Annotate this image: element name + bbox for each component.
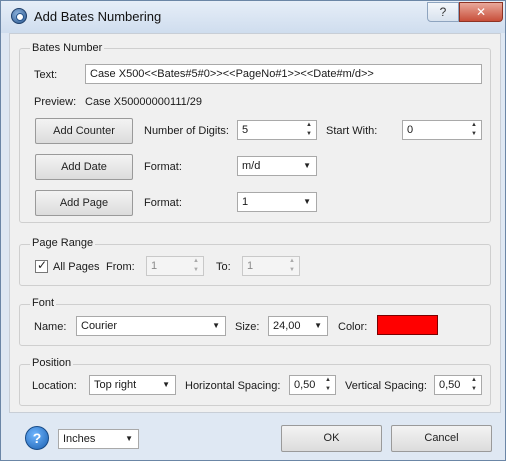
main-panel: Bates Number Text: Case X500<<Bates#5#0>…: [9, 33, 501, 413]
location-value: Top right: [94, 379, 137, 391]
chevron-down-icon[interactable]: ▼: [212, 317, 220, 335]
from-spinbox[interactable]: 1 ▲ ▼: [146, 256, 204, 276]
digits-value: 5: [242, 124, 249, 136]
from-value: 1: [151, 260, 158, 272]
position-legend: Position: [30, 357, 74, 369]
vertical-spacing-value: 0,50: [439, 379, 461, 391]
spin-up-icon[interactable]: ▲: [467, 376, 481, 385]
font-name-value: Courier: [81, 320, 118, 332]
title-bar: Add Bates Numbering ? ✕: [1, 1, 505, 33]
dialog-window: Add Bates Numbering ? ✕ Bates Number Tex…: [0, 0, 506, 461]
vertical-spacing-label: Vertical Spacing:: [345, 380, 427, 392]
chevron-down-icon[interactable]: ▼: [314, 317, 322, 335]
location-combo[interactable]: Top right ▼: [89, 375, 176, 395]
chevron-down-icon[interactable]: ▼: [162, 376, 170, 394]
start-with-label: Start With:: [326, 125, 378, 137]
vertical-spacing-spinner[interactable]: ▲ ▼: [467, 376, 481, 394]
help-title-button[interactable]: ?: [427, 2, 459, 22]
add-date-button[interactable]: Add Date: [35, 154, 133, 180]
spin-up-icon[interactable]: ▲: [321, 376, 335, 385]
font-size-label: Size:: [235, 321, 260, 333]
horizontal-spacing-spinner[interactable]: ▲ ▼: [321, 376, 335, 394]
date-format-label: Format:: [144, 161, 182, 173]
cancel-button[interactable]: Cancel: [391, 425, 492, 452]
digits-spinbox[interactable]: 5 ▲ ▼: [237, 120, 317, 140]
page-range-legend: Page Range: [30, 237, 96, 249]
bates-number-legend: Bates Number: [30, 42, 105, 54]
location-label: Location:: [32, 380, 77, 392]
add-counter-button[interactable]: Add Counter: [35, 118, 133, 144]
digits-label: Number of Digits:: [144, 125, 229, 137]
horizontal-spacing-value: 0,50: [294, 379, 316, 391]
font-name-label: Name:: [34, 321, 67, 333]
chevron-down-icon[interactable]: ▼: [303, 157, 311, 175]
date-format-combo[interactable]: m/d ▼: [237, 156, 317, 176]
spin-up-icon[interactable]: ▲: [467, 121, 481, 130]
start-with-spinbox[interactable]: 0 ▲ ▼: [402, 120, 482, 140]
spin-up-icon[interactable]: ▲: [285, 257, 299, 266]
spin-down-icon[interactable]: ▼: [321, 385, 335, 394]
horizontal-spacing-spinbox[interactable]: 0,50 ▲ ▼: [289, 375, 336, 395]
spin-down-icon[interactable]: ▼: [467, 385, 481, 394]
to-spinbox[interactable]: 1 ▲ ▼: [242, 256, 300, 276]
spin-down-icon[interactable]: ▼: [302, 130, 316, 139]
preview-value: Case X50000000111/29: [85, 96, 203, 108]
from-label: From:: [106, 261, 135, 273]
start-with-value: 0: [407, 124, 414, 136]
font-legend: Font: [30, 297, 57, 309]
all-pages-label: All Pages: [53, 261, 100, 273]
close-button[interactable]: ✕: [459, 2, 503, 22]
font-color-swatch[interactable]: [377, 315, 438, 335]
digits-spinner[interactable]: ▲ ▼: [302, 121, 316, 139]
all-pages-checkbox[interactable]: [35, 258, 48, 273]
spin-up-icon[interactable]: ▲: [189, 257, 203, 266]
units-value: Inches: [63, 433, 96, 445]
bates-text-input[interactable]: Case X500<<Bates#5#0>><<PageNo#1>><<Date…: [85, 64, 482, 84]
chevron-down-icon[interactable]: ▼: [125, 430, 133, 448]
font-name-combo[interactable]: Courier ▼: [76, 316, 226, 336]
ok-button[interactable]: OK: [281, 425, 382, 452]
to-value: 1: [247, 260, 254, 272]
spin-up-icon[interactable]: ▲: [302, 121, 316, 130]
spin-down-icon[interactable]: ▼: [285, 266, 299, 275]
from-spinner[interactable]: ▲ ▼: [189, 257, 203, 275]
window-title: Add Bates Numbering: [34, 9, 162, 24]
vertical-spacing-spinbox[interactable]: 0,50 ▲ ▼: [434, 375, 482, 395]
horizontal-spacing-label: Horizontal Spacing:: [185, 380, 281, 392]
to-spinner[interactable]: ▲ ▼: [285, 257, 299, 275]
chevron-down-icon[interactable]: ▼: [303, 193, 311, 211]
to-label: To:: [216, 261, 231, 273]
page-format-combo[interactable]: 1 ▼: [237, 192, 317, 212]
units-combo[interactable]: Inches ▼: [58, 429, 139, 449]
page-format-value: 1: [242, 196, 249, 208]
help-icon[interactable]: ?: [25, 426, 49, 450]
text-label: Text:: [34, 69, 58, 81]
preview-label: Preview:: [34, 96, 77, 108]
app-icon: [11, 8, 27, 24]
font-color-label: Color:: [338, 321, 368, 333]
add-page-button[interactable]: Add Page: [35, 190, 133, 216]
font-size-value: 24,00: [273, 320, 301, 332]
page-format-label: Format:: [144, 197, 182, 209]
font-size-combo[interactable]: 24,00 ▼: [268, 316, 328, 336]
start-with-spinner[interactable]: ▲ ▼: [467, 121, 481, 139]
spin-down-icon[interactable]: ▼: [467, 130, 481, 139]
spin-down-icon[interactable]: ▼: [189, 266, 203, 275]
date-format-value: m/d: [242, 160, 261, 172]
